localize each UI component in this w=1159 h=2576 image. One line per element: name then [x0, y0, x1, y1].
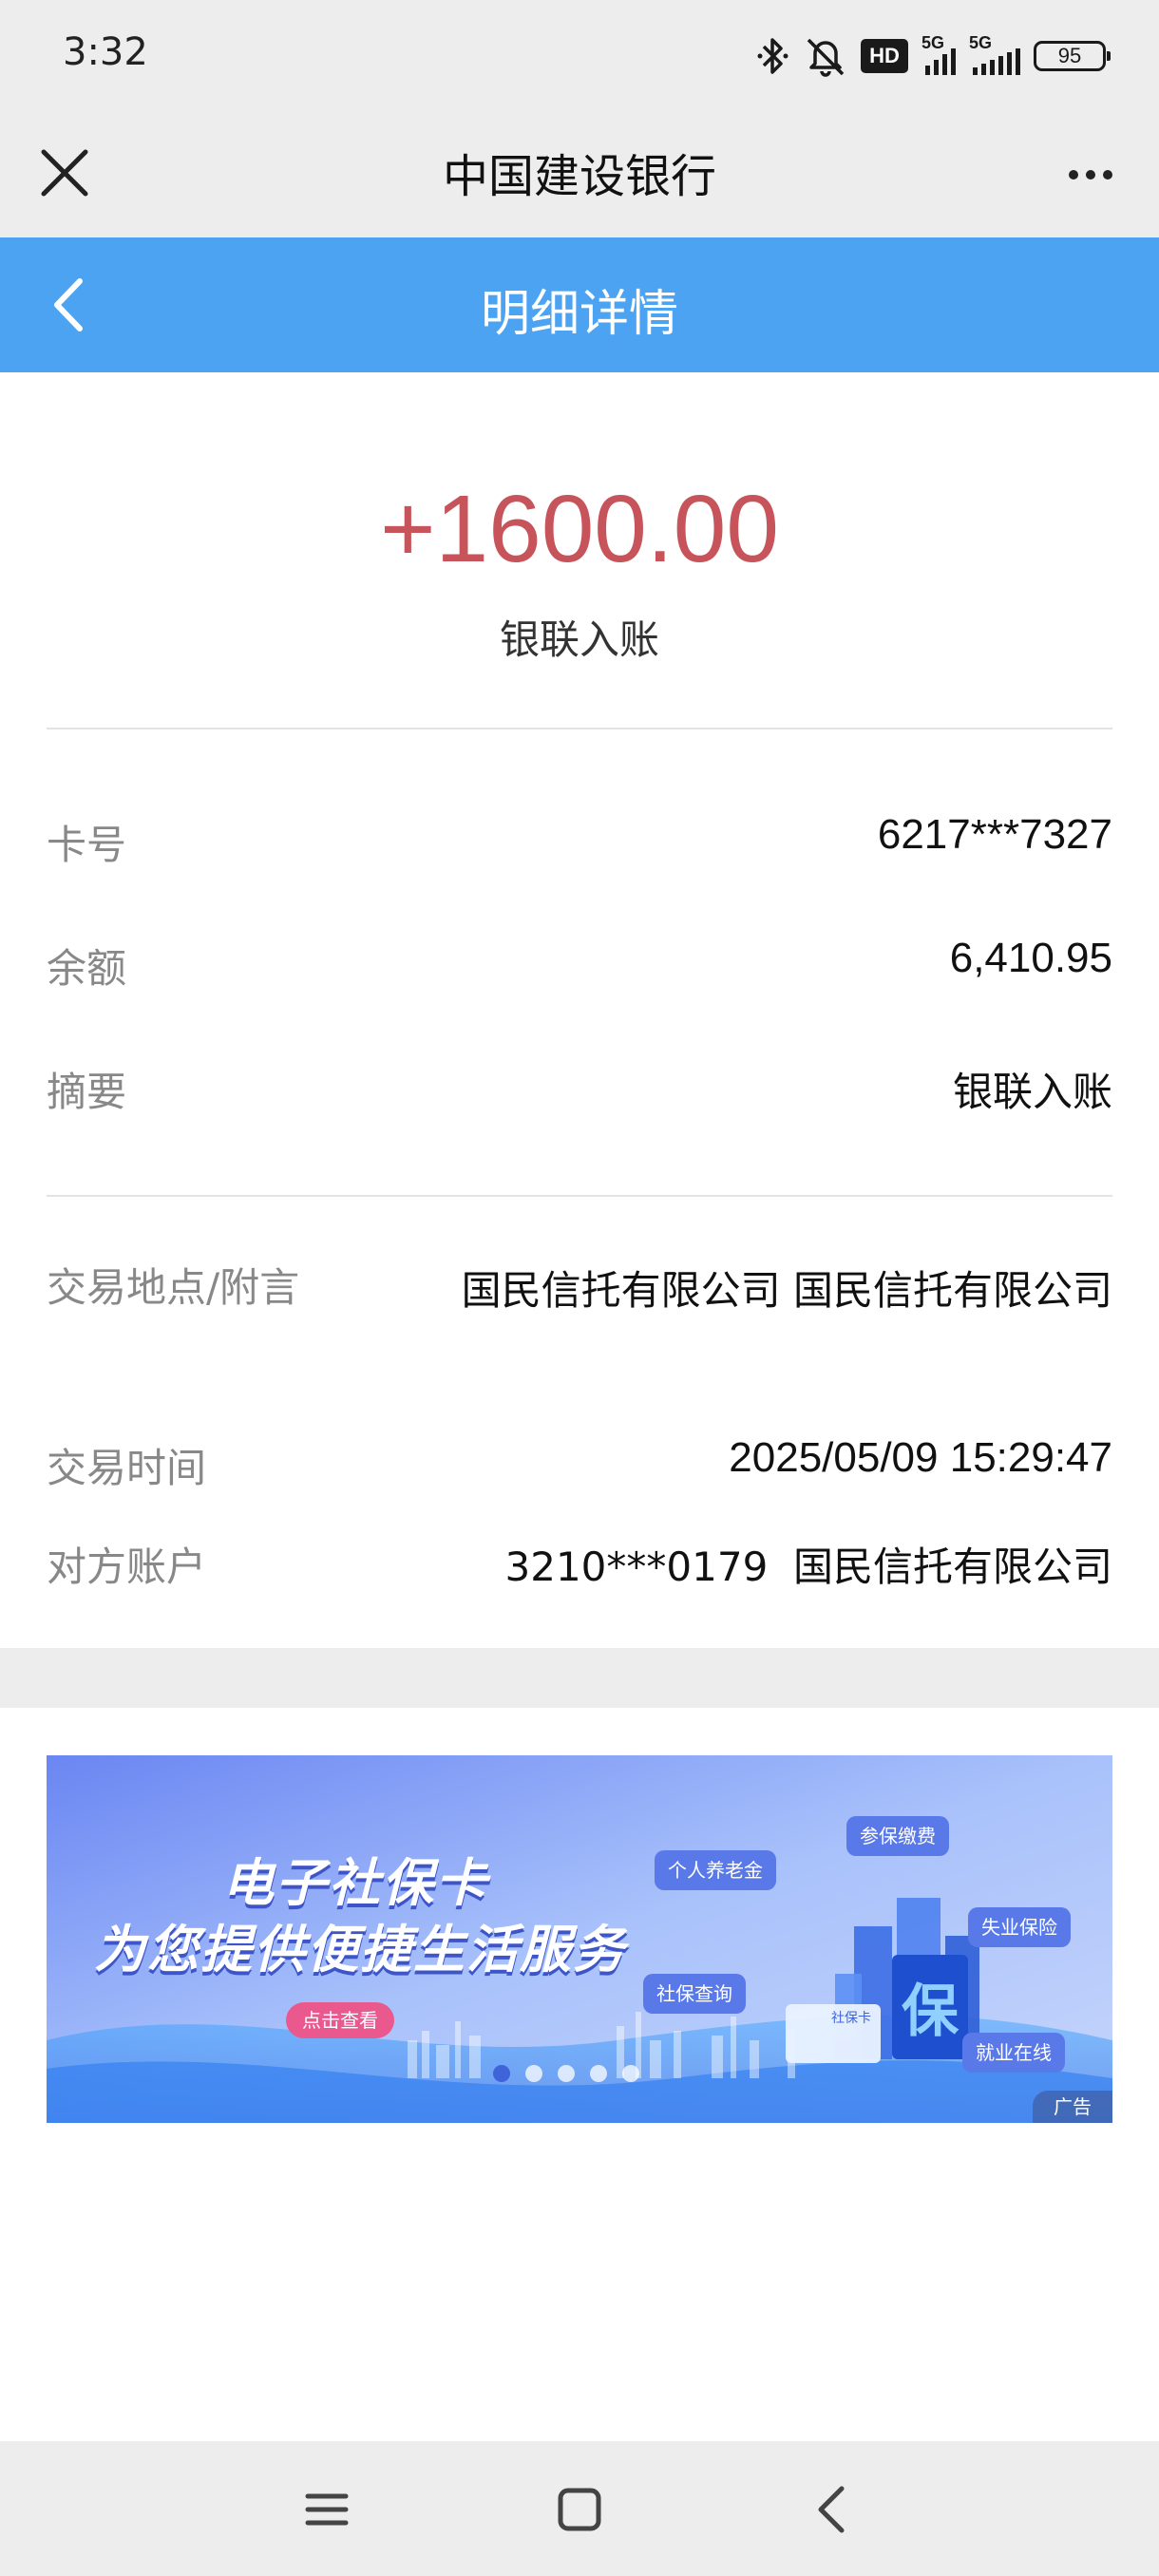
pagination-dot[interactable] — [493, 2065, 510, 2082]
app-title: 中国建设银行 — [442, 150, 716, 203]
app-bar: 中国建设银行 — [0, 114, 1159, 237]
divider — [47, 728, 1112, 729]
status-icons: HD 5G 5G 95 — [756, 32, 1111, 80]
transaction-amount: +1600.00 — [380, 476, 779, 582]
time-value: 2025/05/09 15:29:47 — [729, 1434, 1112, 1481]
card-number-value: 6217***7327 — [877, 811, 1112, 858]
counterparty-value: 3210***0179 国民信托有限公司 — [504, 1544, 1112, 1590]
card-label: 社保卡 — [831, 2011, 871, 2026]
divider — [47, 1195, 1112, 1197]
page-title: 明细详情 — [480, 286, 678, 343]
chip-unemployment: 失业保险 — [968, 1907, 1071, 1947]
hd-badge: HD — [861, 39, 908, 73]
pagination-dot[interactable] — [558, 2065, 575, 2082]
status-time: 3:32 — [63, 30, 148, 74]
page-header: 明细详情 — [0, 237, 1159, 372]
summary-value: 银联入账 — [952, 1069, 1112, 1115]
chip-employment: 就业在线 — [962, 2033, 1065, 2073]
counterparty-label: 对方账户 — [47, 1544, 207, 1590]
signal-2-label: 5G — [969, 33, 993, 52]
banner-title: 电子社保卡 — [222, 1853, 488, 1913]
banner-pagination[interactable] — [493, 2065, 639, 2082]
ad-banner[interactable]: 保 社保卡 电子社保卡 为您提供便捷生活服务 点击查看 个人养老金 参保缴费 失… — [47, 1755, 1112, 2123]
battery-indicator: 95 — [1034, 41, 1111, 71]
chip-pension: 个人养老金 — [655, 1850, 776, 1890]
signal-1-label: 5G — [922, 33, 945, 52]
system-nav-bar — [0, 2441, 1159, 2576]
chip-payment: 参保缴费 — [846, 1816, 949, 1856]
more-icon[interactable] — [1060, 146, 1121, 203]
status-bar: 3:32 HD 5G 5G 95 — [0, 0, 1159, 114]
pagination-dot[interactable] — [590, 2065, 607, 2082]
transaction-type: 银联入账 — [499, 616, 659, 663]
pagination-dot[interactable] — [622, 2065, 639, 2082]
card-number-label: 卡号 — [47, 822, 127, 868]
banner-subtitle: 为您提供便捷生活服务 — [94, 1920, 626, 1979]
summary-label: 摘要 — [47, 1069, 127, 1115]
section-separator — [0, 1648, 1159, 1708]
svg-text:保: 保 — [902, 1979, 960, 2045]
screen: 3:32 HD 5G 5G 95 中国建设银行 明细详情 +1600.00 银联… — [0, 0, 1159, 2576]
pagination-dot[interactable] — [525, 2065, 542, 2082]
balance-value: 6,410.95 — [949, 935, 1112, 981]
signal-1: 5G — [922, 33, 956, 75]
time-label: 交易时间 — [47, 1445, 207, 1491]
mute-bell-icon — [807, 38, 845, 77]
location-label: 交易地点/附言 — [47, 1264, 300, 1311]
signal-2: 5G — [969, 33, 1020, 75]
location-value: 国民信托有限公司 国民信托有限公司 — [461, 1267, 1112, 1314]
bluetooth-icon — [757, 38, 788, 74]
home-square-icon[interactable] — [549, 2479, 610, 2540]
menu-icon[interactable] — [296, 2479, 357, 2540]
back-arrow-icon[interactable] — [804, 2479, 864, 2540]
ad-label: 广告 — [1033, 2091, 1112, 2123]
banner-view-button[interactable]: 点击查看 — [286, 2002, 394, 2038]
balance-label: 余额 — [47, 945, 127, 992]
chip-query: 社保查询 — [643, 1974, 746, 2014]
